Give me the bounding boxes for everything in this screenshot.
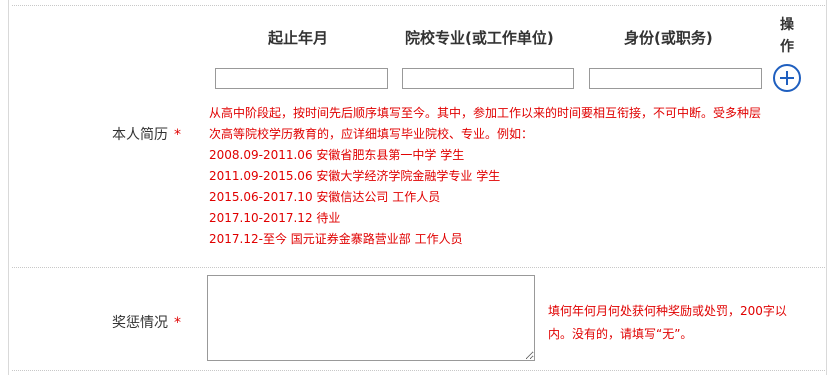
hint-line: 从高中阶段起，按时间先后顺序填写至今。其中，参加工作以来的时间要相互衔接，不可中… bbox=[209, 106, 762, 120]
divider-bottom bbox=[12, 370, 825, 371]
hint-line: 内。没有的，请填写“无”。 bbox=[548, 327, 693, 341]
resume-hint: 从高中阶段起，按时间先后顺序填写至今。其中，参加工作以来的时间要相互衔接，不可中… bbox=[209, 103, 761, 250]
rewards-textarea[interactable] bbox=[207, 275, 535, 361]
hint-line: 2015.06-2017.10 安徽信达公司 工作人员 bbox=[209, 190, 441, 204]
hint-line: 2011.09-2015.06 安徽大学经济学院金融学专业 学生 bbox=[209, 169, 501, 183]
plus-circle-icon[interactable] bbox=[773, 64, 801, 92]
header-role: 身份(或职务) bbox=[624, 29, 713, 47]
rewards-hint: 填何年何月何处获何种奖励或处罚，200字以 内。没有的，请填写“无”。 bbox=[548, 300, 787, 346]
period-input[interactable] bbox=[215, 68, 388, 89]
header-school: 院校专业(或工作单位) bbox=[405, 29, 554, 47]
school-input[interactable] bbox=[402, 68, 574, 89]
rewards-label: 奖惩情况 bbox=[112, 315, 168, 331]
divider-middle bbox=[12, 267, 825, 268]
rewards-required-mark: * bbox=[174, 315, 181, 331]
hint-line: 2017.10-2017.12 待业 bbox=[209, 211, 341, 225]
header-period: 起止年月 bbox=[268, 29, 329, 47]
hint-line: 次高等院校学历教育的，应详细填写毕业院校、专业。例如： bbox=[209, 127, 534, 141]
role-input[interactable] bbox=[589, 68, 762, 89]
hint-line: 2008.09-2011.06 安徽省肥东县第一中学 学生 bbox=[209, 148, 465, 162]
resume-label: 本人简历 bbox=[112, 127, 168, 143]
resume-label-wrap: 本人简历 * bbox=[112, 124, 181, 144]
hint-line: 2017.12-至今 国元证券金寨路营业部 工作人员 bbox=[209, 232, 463, 246]
rewards-label-wrap: 奖惩情况 * bbox=[112, 312, 181, 332]
hint-line: 填何年何月何处获何种奖励或处罚，200字以 bbox=[548, 304, 787, 318]
header-operation: 操作 bbox=[780, 17, 794, 55]
resume-required-mark: * bbox=[174, 127, 181, 143]
divider-top bbox=[12, 5, 825, 6]
